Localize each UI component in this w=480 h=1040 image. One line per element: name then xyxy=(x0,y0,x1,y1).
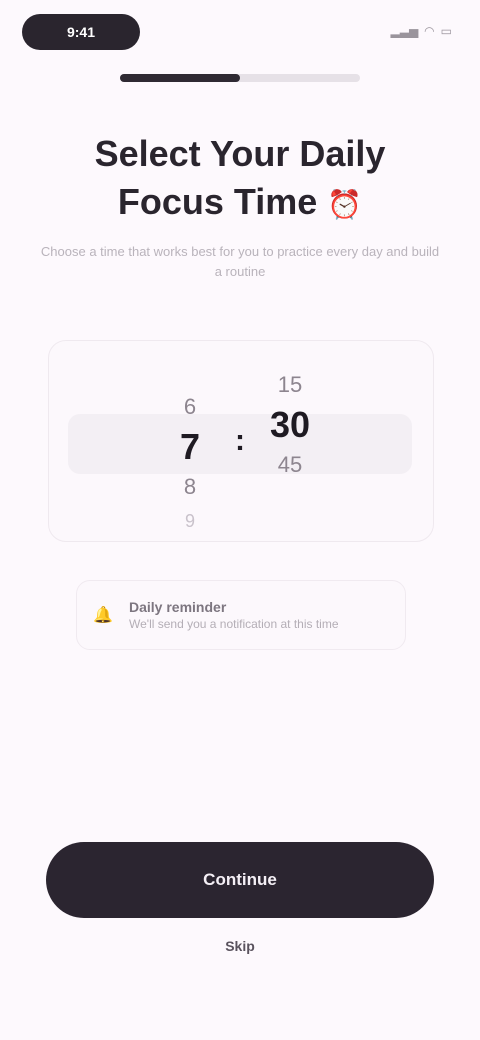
reminder-row[interactable]: 🔔 Daily reminder We'll send you a notifi… xyxy=(76,580,406,650)
title-line-1: Select Your Daily xyxy=(94,133,386,174)
progress-fill xyxy=(120,74,240,82)
bell-icon: 🔔 xyxy=(93,607,113,624)
title-line-2: Focus Time xyxy=(117,181,318,222)
hour-option[interactable]: 9 xyxy=(150,504,230,538)
minute-selected[interactable]: 30 xyxy=(250,402,330,448)
minute-option[interactable]: 45 xyxy=(250,448,330,482)
skip-link[interactable]: Skip xyxy=(200,938,280,954)
alarm-clock-icon: ⏰ xyxy=(327,189,363,220)
continue-button[interactable]: Continue xyxy=(46,842,434,918)
reminder-subtitle: We'll send you a notification at this ti… xyxy=(129,617,339,631)
wifi-icon: ◠ xyxy=(424,24,435,38)
hour-selected[interactable]: 7 xyxy=(150,424,230,470)
minute-option[interactable]: 15 xyxy=(250,368,330,402)
status-time: 9:41 xyxy=(22,14,140,50)
signal-icon: ▂▃▅ xyxy=(390,24,419,38)
status-icons: ▂▃▅ ◠ ▭ xyxy=(390,24,452,38)
reminder-title: Daily reminder xyxy=(129,599,227,615)
minute-picker-column[interactable]: 15 30 45 xyxy=(250,368,330,482)
page-title: Select Your Daily Focus Time ⏰ xyxy=(30,130,450,229)
hour-picker-column[interactable]: 6789 xyxy=(150,390,230,538)
time-separator: : xyxy=(235,424,245,457)
page-subtitle: Choose a time that works best for you to… xyxy=(40,244,440,279)
onboarding-progress xyxy=(120,74,360,82)
hour-option[interactable]: 8 xyxy=(150,470,230,504)
status-bar: 9:41 ▂▃▅ ◠ ▭ xyxy=(22,14,452,50)
battery-icon: ▭ xyxy=(440,24,452,38)
hour-option[interactable]: 6 xyxy=(150,390,230,424)
